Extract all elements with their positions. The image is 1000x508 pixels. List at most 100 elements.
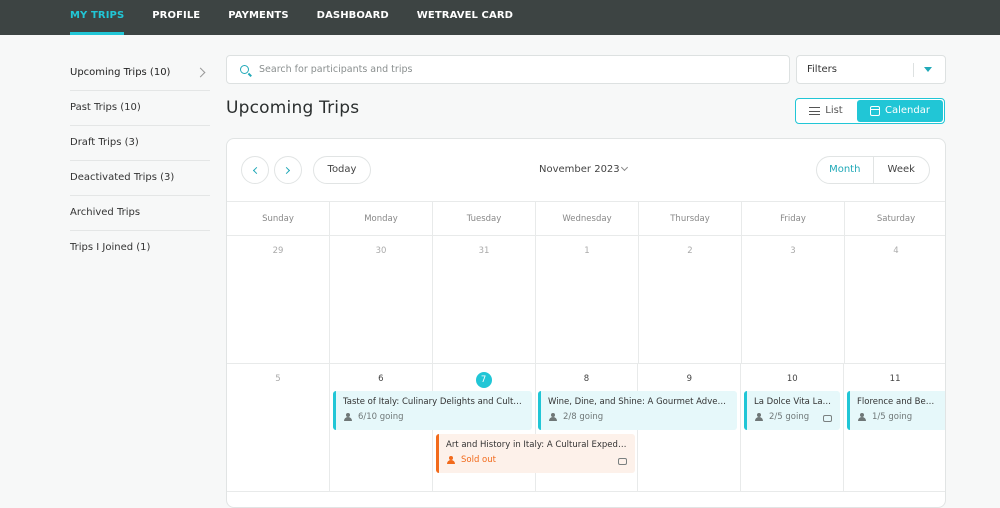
nav-my-trips[interactable]: MY TRIPS — [70, 0, 125, 35]
calendar-week-row: 5 6 7 8 9 10 11 Taste of Italy: Culinary… — [227, 364, 945, 492]
chevron-right-icon — [195, 67, 206, 78]
trip-event-title: Wine, Dine, and Shine: A Gourmet Adventu… — [548, 397, 729, 407]
weekday-label: Thursday — [639, 202, 742, 235]
search-input[interactable] — [259, 56, 779, 83]
month-selector[interactable]: November 2023 — [539, 164, 620, 175]
sidebar-item-deactivated-trips[interactable]: Deactivated Trips (3) — [70, 161, 210, 196]
list-icon — [809, 107, 821, 116]
search-icon — [240, 65, 249, 74]
trips-sidebar: Upcoming Trips (10) Past Trips (10) Draf… — [70, 56, 210, 266]
trip-event[interactable]: Florence and Beyond 1/5 going — [847, 391, 945, 430]
trip-event-status: 6/10 going — [343, 412, 524, 422]
calendar-day-cell[interactable]: 31 — [433, 236, 536, 363]
weekday-label: Friday — [742, 202, 845, 235]
people-icon — [754, 413, 765, 421]
calendar-panel: Today November 2023 Month Week Sunday Mo… — [226, 138, 946, 508]
trip-event-status: Sold out — [446, 455, 627, 465]
calendar-view-label: Calendar — [885, 105, 930, 116]
filters-divider — [913, 63, 914, 77]
sidebar-item-label: Upcoming Trips (10) — [70, 67, 171, 78]
day-number: 10 — [786, 374, 798, 384]
sidebar-item-upcoming-trips[interactable]: Upcoming Trips (10) — [70, 56, 210, 91]
day-number: 2 — [687, 246, 693, 256]
people-icon — [446, 456, 457, 464]
next-month-button[interactable] — [274, 156, 302, 184]
repeat-icon — [618, 458, 627, 465]
repeat-icon — [823, 415, 832, 422]
trip-event-status-text: 1/5 going — [872, 412, 913, 422]
view-toggle: List Calendar — [795, 98, 945, 124]
top-navigation-bar: MY TRIPS PROFILE PAYMENTS DASHBOARD WETR… — [0, 0, 1000, 35]
sidebar-item-draft-trips[interactable]: Draft Trips (3) — [70, 126, 210, 161]
day-number: 29 — [272, 246, 284, 256]
calendar-day-cell[interactable]: 1 — [536, 236, 639, 363]
month-week-toggle: Month Week — [816, 156, 930, 184]
day-number: 1 — [584, 246, 590, 256]
filters-label: Filters — [807, 64, 837, 75]
day-number: 6 — [378, 374, 384, 384]
calendar-week-row: 29 30 31 1 2 3 4 — [227, 236, 945, 364]
calendar-day-cell[interactable]: 30 — [330, 236, 433, 363]
top-nav: MY TRIPS PROFILE PAYMENTS DASHBOARD WETR… — [0, 0, 1000, 35]
calendar-day-cell[interactable]: 5 — [227, 364, 330, 491]
today-button[interactable]: Today — [313, 156, 371, 184]
nav-payments[interactable]: PAYMENTS — [228, 0, 288, 35]
trip-event[interactable]: La Dolce Vita La Dolce Vita 2/5 going — [744, 391, 840, 430]
weekday-header-row: Sunday Monday Tuesday Wednesday Thursday… — [227, 201, 945, 236]
chevron-right-icon — [282, 166, 291, 175]
trip-event-status: 1/5 going — [857, 412, 939, 422]
sidebar-item-trips-i-joined[interactable]: Trips I Joined (1) — [70, 231, 210, 266]
weekday-label: Tuesday — [433, 202, 536, 235]
calendar-header: Today November 2023 Month Week — [227, 139, 945, 201]
calendar-view-button[interactable]: Calendar — [857, 100, 943, 122]
list-view-label: List — [825, 105, 843, 116]
calendar-day-cell[interactable]: 4 — [845, 236, 945, 363]
caret-down-icon — [924, 67, 932, 72]
day-number: 11 — [889, 374, 901, 384]
people-icon — [548, 413, 559, 421]
search-box — [226, 55, 790, 84]
nav-wetravel-card[interactable]: WETRAVEL CARD — [417, 0, 513, 35]
list-view-button[interactable]: List — [796, 99, 856, 123]
trip-event-status: 2/5 going — [754, 412, 832, 422]
trip-event-title: Florence and Beyond — [857, 397, 939, 407]
day-number: 5 — [275, 374, 281, 384]
calendar-icon — [870, 106, 881, 116]
weekday-label: Wednesday — [536, 202, 639, 235]
chevron-down-icon — [620, 163, 629, 172]
calendar-day-cell[interactable]: 29 — [227, 236, 330, 363]
day-number: 9 — [686, 374, 693, 384]
weekday-label: Monday — [330, 202, 433, 235]
month-view-button[interactable]: Month — [817, 157, 874, 183]
trip-event-status-text: Sold out — [461, 455, 496, 465]
chevron-left-icon — [252, 166, 261, 175]
page-title: Upcoming Trips — [226, 98, 360, 118]
calendar-grid: Sunday Monday Tuesday Wednesday Thursday… — [227, 201, 945, 492]
filters-dropdown[interactable]: Filters — [796, 55, 946, 84]
day-number: 3 — [790, 246, 796, 256]
trip-event-title: Art and History in Italy: A Cultural Exp… — [446, 440, 627, 450]
nav-dashboard[interactable]: DASHBOARD — [317, 0, 389, 35]
day-number: 30 — [375, 246, 387, 256]
trip-event-title: La Dolce Vita La Dolce Vita — [754, 397, 832, 407]
week-view-button[interactable]: Week — [874, 157, 930, 183]
people-icon — [343, 413, 354, 421]
weekday-label: Sunday — [227, 202, 330, 235]
sidebar-item-archived-trips[interactable]: Archived Trips — [70, 196, 210, 231]
calendar-day-cell[interactable]: 2 — [639, 236, 742, 363]
day-number: 31 — [478, 246, 490, 256]
trip-event-status-text: 6/10 going — [358, 412, 404, 422]
trip-event[interactable]: Art and History in Italy: A Cultural Exp… — [436, 434, 635, 473]
trip-event-status: 2/8 going — [548, 412, 729, 422]
previous-month-button[interactable] — [241, 156, 269, 184]
trip-event[interactable]: Wine, Dine, and Shine: A Gourmet Adventu… — [538, 391, 737, 430]
people-icon — [857, 413, 868, 421]
calendar-day-cell[interactable]: 3 — [742, 236, 845, 363]
today-day-number: 7 — [475, 372, 492, 388]
trip-event[interactable]: Taste of Italy: Culinary Delights and Cu… — [333, 391, 532, 430]
trip-event-title: Taste of Italy: Culinary Delights and Cu… — [343, 397, 524, 407]
nav-profile[interactable]: PROFILE — [152, 0, 200, 35]
trip-event-status-text: 2/8 going — [563, 412, 604, 422]
trip-event-status-text: 2/5 going — [769, 412, 810, 422]
sidebar-item-past-trips[interactable]: Past Trips (10) — [70, 91, 210, 126]
